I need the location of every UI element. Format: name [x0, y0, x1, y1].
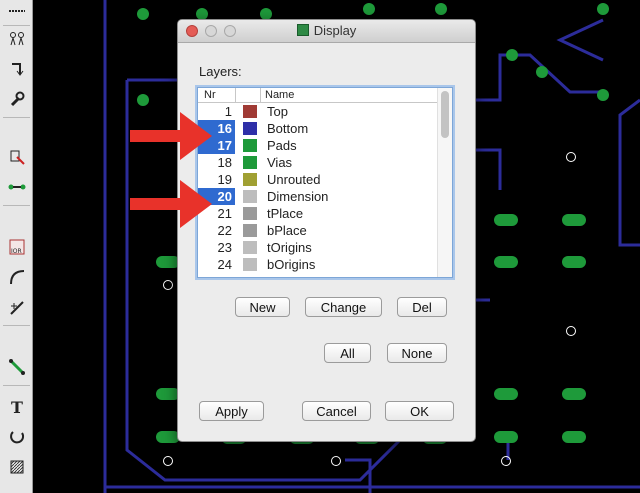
layer-name: bOrigins — [267, 257, 316, 272]
select-all-button[interactable]: All — [324, 343, 371, 363]
wire-tool-icon[interactable] — [6, 0, 28, 22]
toolbar-divider — [3, 117, 30, 118]
layer-color-swatch[interactable] — [243, 190, 257, 203]
toolbar-divider — [3, 385, 30, 386]
layer-row[interactable]: 24 bOrigins — [198, 256, 438, 273]
layer-row[interactable]: 18 Vias — [198, 154, 438, 171]
layer-color-swatch[interactable] — [243, 105, 257, 118]
annotation-arrow-bottom-pads — [130, 112, 212, 160]
layer-row[interactable]: 17 Pads — [198, 137, 438, 154]
layer-color-swatch[interactable] — [243, 156, 257, 169]
layer-row[interactable]: 22 bPlace — [198, 222, 438, 239]
column-header-nr[interactable]: Nr — [204, 89, 216, 101]
dialog-titlebar[interactable]: Display — [178, 20, 475, 43]
optimize-icon[interactable]: IOR — [6, 236, 28, 258]
layer-list-header: Nr Name — [198, 88, 437, 103]
delete-layer-button[interactable]: Del — [397, 297, 447, 317]
layer-number[interactable]: 23 — [198, 239, 235, 256]
ripup-icon[interactable] — [6, 146, 28, 168]
cancel-button[interactable]: Cancel — [302, 401, 371, 421]
layer-name: Bottom — [267, 121, 309, 136]
layer-row[interactable]: 16 Bottom — [198, 120, 438, 137]
layer-list-scrollbar[interactable] — [437, 88, 452, 277]
layer-name: bPlace — [267, 223, 307, 238]
annotation-arrow-dimension — [130, 180, 212, 228]
signal-icon[interactable] — [6, 356, 28, 378]
polygon-tool-icon[interactable] — [6, 456, 28, 478]
apply-button[interactable]: Apply — [199, 401, 264, 421]
ratsnest-icon[interactable] — [6, 28, 28, 50]
toolbar-divider — [3, 25, 30, 26]
display-layers-icon — [296, 24, 309, 36]
layer-list[interactable]: Nr Name 1 Top 16 Bottom 17 Pads 18 Vias 19 Unrout… — [197, 87, 453, 278]
svg-text:IOR: IOR — [11, 248, 22, 255]
layers-label: Layers: — [199, 64, 242, 79]
layer-color-swatch[interactable] — [243, 122, 257, 135]
layer-name: Pads — [267, 138, 297, 153]
circle-tool-icon[interactable] — [6, 426, 28, 448]
split-icon[interactable] — [6, 176, 28, 198]
layer-color-swatch[interactable] — [243, 258, 257, 271]
layer-name: Unrouted — [267, 172, 321, 187]
display-dialog: Display Layers: Nr Name 1 Top 16 Bottom 17 Pa… — [177, 19, 476, 442]
layer-color-swatch[interactable] — [243, 224, 257, 237]
layer-row[interactable]: 21 tPlace — [198, 205, 438, 222]
line-tool-icon[interactable] — [6, 296, 28, 318]
toolbar: IOR T — [0, 0, 33, 493]
change-layer-button[interactable]: Change — [305, 297, 382, 317]
ok-button[interactable]: OK — [385, 401, 454, 421]
route-icon[interactable] — [6, 58, 28, 80]
toolbar-divider — [3, 205, 30, 206]
toolbar-divider — [3, 325, 30, 326]
column-header-name[interactable]: Name — [265, 89, 294, 101]
scrollbar-thumb[interactable] — [441, 91, 449, 138]
layer-name: tPlace — [267, 206, 304, 221]
layer-name: Dimension — [267, 189, 329, 204]
layer-row[interactable]: 19 Unrouted — [198, 171, 438, 188]
new-layer-button[interactable]: New — [235, 297, 290, 317]
layer-row[interactable]: 1 Top — [198, 103, 438, 120]
layer-color-swatch[interactable] — [243, 139, 257, 152]
text-tool-icon[interactable]: T — [6, 396, 28, 418]
layer-name: Vias — [267, 155, 293, 170]
select-none-button[interactable]: None — [387, 343, 447, 363]
arc-tool-icon[interactable] — [6, 266, 28, 288]
layer-row[interactable]: 23 tOrigins — [198, 239, 438, 256]
layer-color-swatch[interactable] — [243, 207, 257, 220]
layer-name: tOrigins — [267, 240, 312, 255]
layer-number[interactable]: 24 — [198, 256, 235, 273]
layer-name: Top — [267, 104, 288, 119]
wrench-icon[interactable] — [6, 88, 28, 110]
layer-color-swatch[interactable] — [243, 241, 257, 254]
layer-row[interactable]: 20 Dimension — [198, 188, 438, 205]
layer-color-swatch[interactable] — [243, 173, 257, 186]
dialog-title: Display — [178, 23, 475, 38]
